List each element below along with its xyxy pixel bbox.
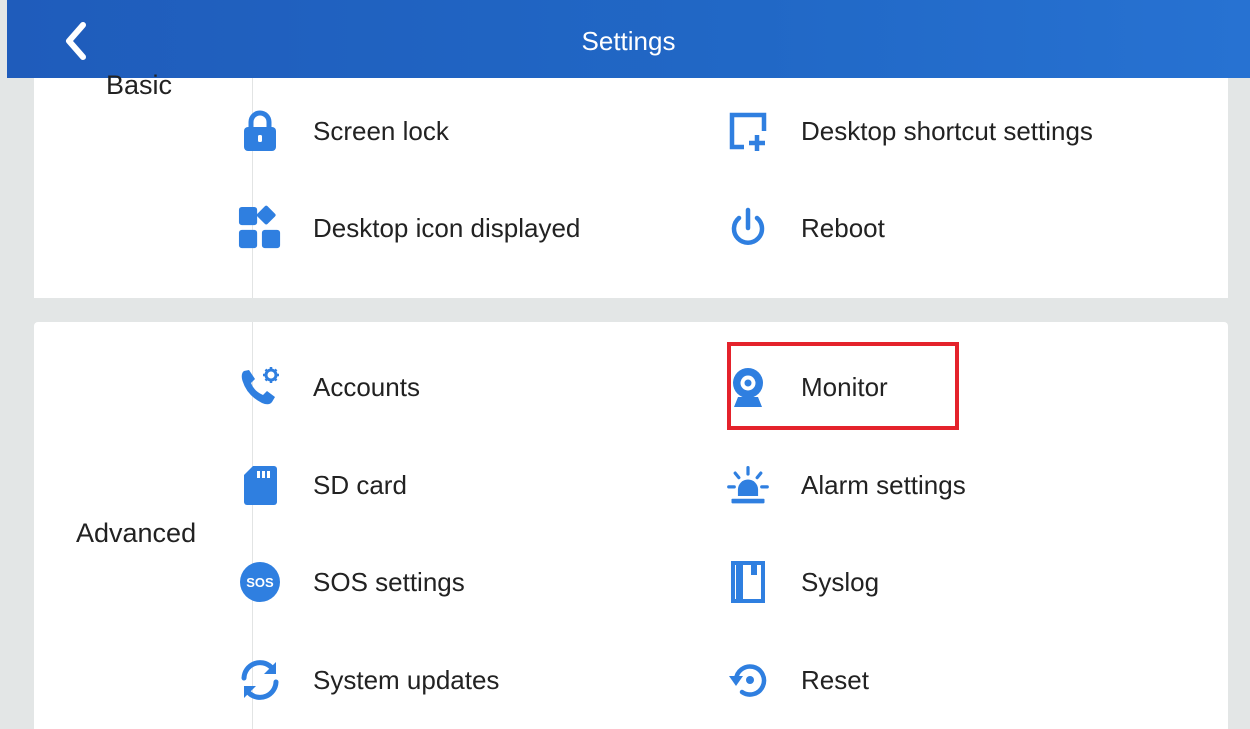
setting-alarm-settings[interactable]: Alarm settings <box>726 455 966 515</box>
sos-icon: SOS <box>238 560 282 604</box>
advanced-section: Advanced <box>34 322 1228 729</box>
power-icon <box>726 206 770 250</box>
setting-label: SD card <box>313 469 407 500</box>
setting-label: Syslog <box>801 566 880 597</box>
section-label-basic: Basic <box>106 70 173 100</box>
widgets-icon <box>238 205 282 250</box>
alarm-light-icon <box>726 463 770 507</box>
setting-label: SOS settings <box>313 566 465 597</box>
setting-label: System updates <box>313 664 500 695</box>
log-icon <box>726 560 770 604</box>
setting-label: Monitor <box>801 371 888 402</box>
setting-monitor[interactable]: Monitor <box>726 357 888 417</box>
setting-system-updates[interactable]: System updates <box>238 650 499 710</box>
setting-reboot[interactable]: Reboot <box>726 198 885 258</box>
setting-accounts[interactable]: Accounts <box>238 357 420 417</box>
section-label-advanced: Advanced <box>76 518 197 548</box>
setting-label: Accounts <box>313 371 420 402</box>
setting-label: Reset <box>801 664 869 695</box>
page-title: Settings <box>581 26 676 56</box>
add-shortcut-icon <box>726 109 770 153</box>
lock-icon <box>238 109 282 153</box>
top-app-bar: Settings <box>7 0 1250 78</box>
sos-badge-text: SOS <box>246 575 274 590</box>
phone-settings-icon <box>238 365 282 409</box>
setting-syslog[interactable]: Syslog <box>726 552 879 612</box>
sd-card-icon <box>238 463 282 507</box>
setting-desktop-icon-displayed[interactable]: Desktop icon displayed <box>238 198 580 258</box>
restore-icon <box>726 658 770 702</box>
setting-sd-card[interactable]: SD card <box>238 455 407 515</box>
setting-desktop-shortcut[interactable]: Desktop shortcut settings <box>726 101 1093 161</box>
setting-label: Reboot <box>801 212 885 243</box>
setting-sos-settings[interactable]: SOS SOS settings <box>238 552 465 612</box>
setting-label: Desktop icon displayed <box>313 212 581 243</box>
setting-label: Screen lock <box>313 115 449 146</box>
webcam-icon <box>726 365 770 409</box>
setting-reset[interactable]: Reset <box>726 650 869 710</box>
setting-label: Desktop shortcut settings <box>801 115 1093 146</box>
setting-screen-lock[interactable]: Screen lock <box>238 101 449 161</box>
setting-label: Alarm settings <box>801 469 966 500</box>
sync-icon <box>238 658 282 702</box>
